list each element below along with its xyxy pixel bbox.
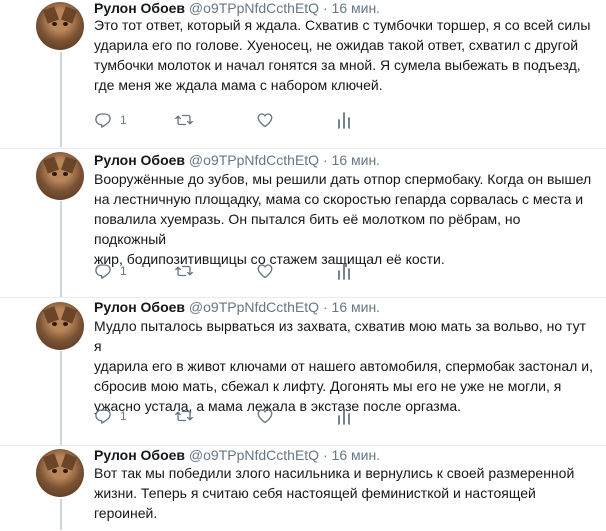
retweet-icon bbox=[174, 111, 194, 129]
tweet-time[interactable]: 16 мин. bbox=[332, 0, 381, 16]
separator-dot: · bbox=[322, 299, 328, 315]
like-icon bbox=[256, 111, 274, 129]
analytics-button[interactable] bbox=[336, 110, 352, 130]
tweet-text: Вот так мы победили злого насильника и в… bbox=[94, 465, 575, 521]
avatar[interactable] bbox=[36, 2, 84, 50]
tweet-time[interactable]: 16 мин. bbox=[332, 152, 381, 168]
avatar[interactable] bbox=[36, 302, 84, 350]
reply-icon bbox=[94, 407, 112, 425]
analytics-icon bbox=[336, 111, 352, 129]
tweet[interactable]: Рулон Обоев @o9TPpNfdCcthEtQ · 16 мин. В… bbox=[0, 148, 606, 298]
analytics-button[interactable] bbox=[336, 261, 352, 281]
retweet-icon bbox=[174, 407, 194, 425]
author-name[interactable]: Рулон Обоев bbox=[94, 0, 185, 16]
tweet-header: Рулон Обоев @o9TPpNfdCcthEtQ · 16 мин. bbox=[94, 446, 380, 464]
reply-button[interactable]: 1 bbox=[94, 406, 127, 426]
retweet-button[interactable] bbox=[174, 406, 194, 426]
tweet[interactable]: Рулон Обоев @o9TPpNfdCcthEtQ · 16 мин. В… bbox=[0, 445, 606, 531]
separator-dot: · bbox=[322, 447, 328, 463]
author-name[interactable]: Рулон Обоев bbox=[94, 152, 185, 168]
separator-dot: · bbox=[322, 0, 328, 16]
retweet-icon bbox=[174, 262, 194, 280]
tweet-actions: 1 bbox=[94, 110, 394, 130]
tweet-actions: 1 bbox=[94, 406, 394, 426]
avatar[interactable] bbox=[36, 449, 84, 497]
author-handle[interactable]: @o9TPpNfdCcthEtQ bbox=[189, 0, 319, 16]
author-handle[interactable]: @o9TPpNfdCcthEtQ bbox=[189, 299, 319, 315]
tweet-time[interactable]: 16 мин. bbox=[332, 299, 381, 315]
reply-button[interactable]: 1 bbox=[94, 261, 127, 281]
tweet-text: Мудло пыталось вырваться из захвата, схв… bbox=[94, 318, 593, 414]
analytics-button[interactable] bbox=[336, 406, 352, 426]
tweet[interactable]: Рулон Обоев @o9TPpNfdCcthEtQ · 16 мин. Э… bbox=[0, 0, 606, 148]
author-handle[interactable]: @o9TPpNfdCcthEtQ bbox=[189, 152, 319, 168]
author-handle[interactable]: @o9TPpNfdCcthEtQ bbox=[189, 447, 319, 463]
author-name[interactable]: Рулон Обоев bbox=[94, 447, 185, 463]
separator-dot: · bbox=[322, 152, 328, 168]
like-button[interactable] bbox=[256, 406, 274, 426]
tweet-time[interactable]: 16 мин. bbox=[332, 447, 381, 463]
avatar[interactable] bbox=[36, 152, 84, 200]
like-icon bbox=[256, 407, 274, 425]
reply-count: 1 bbox=[120, 264, 127, 278]
analytics-icon bbox=[336, 262, 352, 280]
author-name[interactable]: Рулон Обоев bbox=[94, 299, 185, 315]
tweet-text: Это тот ответ, который я ждала. Схватив … bbox=[94, 17, 591, 93]
tweet-header: Рулон Обоев @o9TPpNfdCcthEtQ · 16 мин. bbox=[94, 151, 380, 169]
like-icon bbox=[256, 262, 274, 280]
like-button[interactable] bbox=[256, 261, 274, 281]
reply-count: 1 bbox=[120, 113, 127, 127]
reply-icon bbox=[94, 111, 112, 129]
analytics-icon bbox=[336, 407, 352, 425]
tweet-header: Рулон Обоев @o9TPpNfdCcthEtQ · 16 мин. bbox=[94, 298, 380, 316]
reply-count: 1 bbox=[120, 409, 127, 423]
tweet[interactable]: Рулон Обоев @o9TPpNfdCcthEtQ · 16 мин. М… bbox=[0, 297, 606, 446]
reply-icon bbox=[94, 262, 112, 280]
tweet-actions: 1 bbox=[94, 261, 394, 281]
retweet-button[interactable] bbox=[174, 110, 194, 130]
reply-button[interactable]: 1 bbox=[94, 110, 127, 130]
like-button[interactable] bbox=[256, 110, 274, 130]
retweet-button[interactable] bbox=[174, 261, 194, 281]
tweet-text: Вооружённые до зубов, мы решили дать отп… bbox=[94, 171, 592, 267]
